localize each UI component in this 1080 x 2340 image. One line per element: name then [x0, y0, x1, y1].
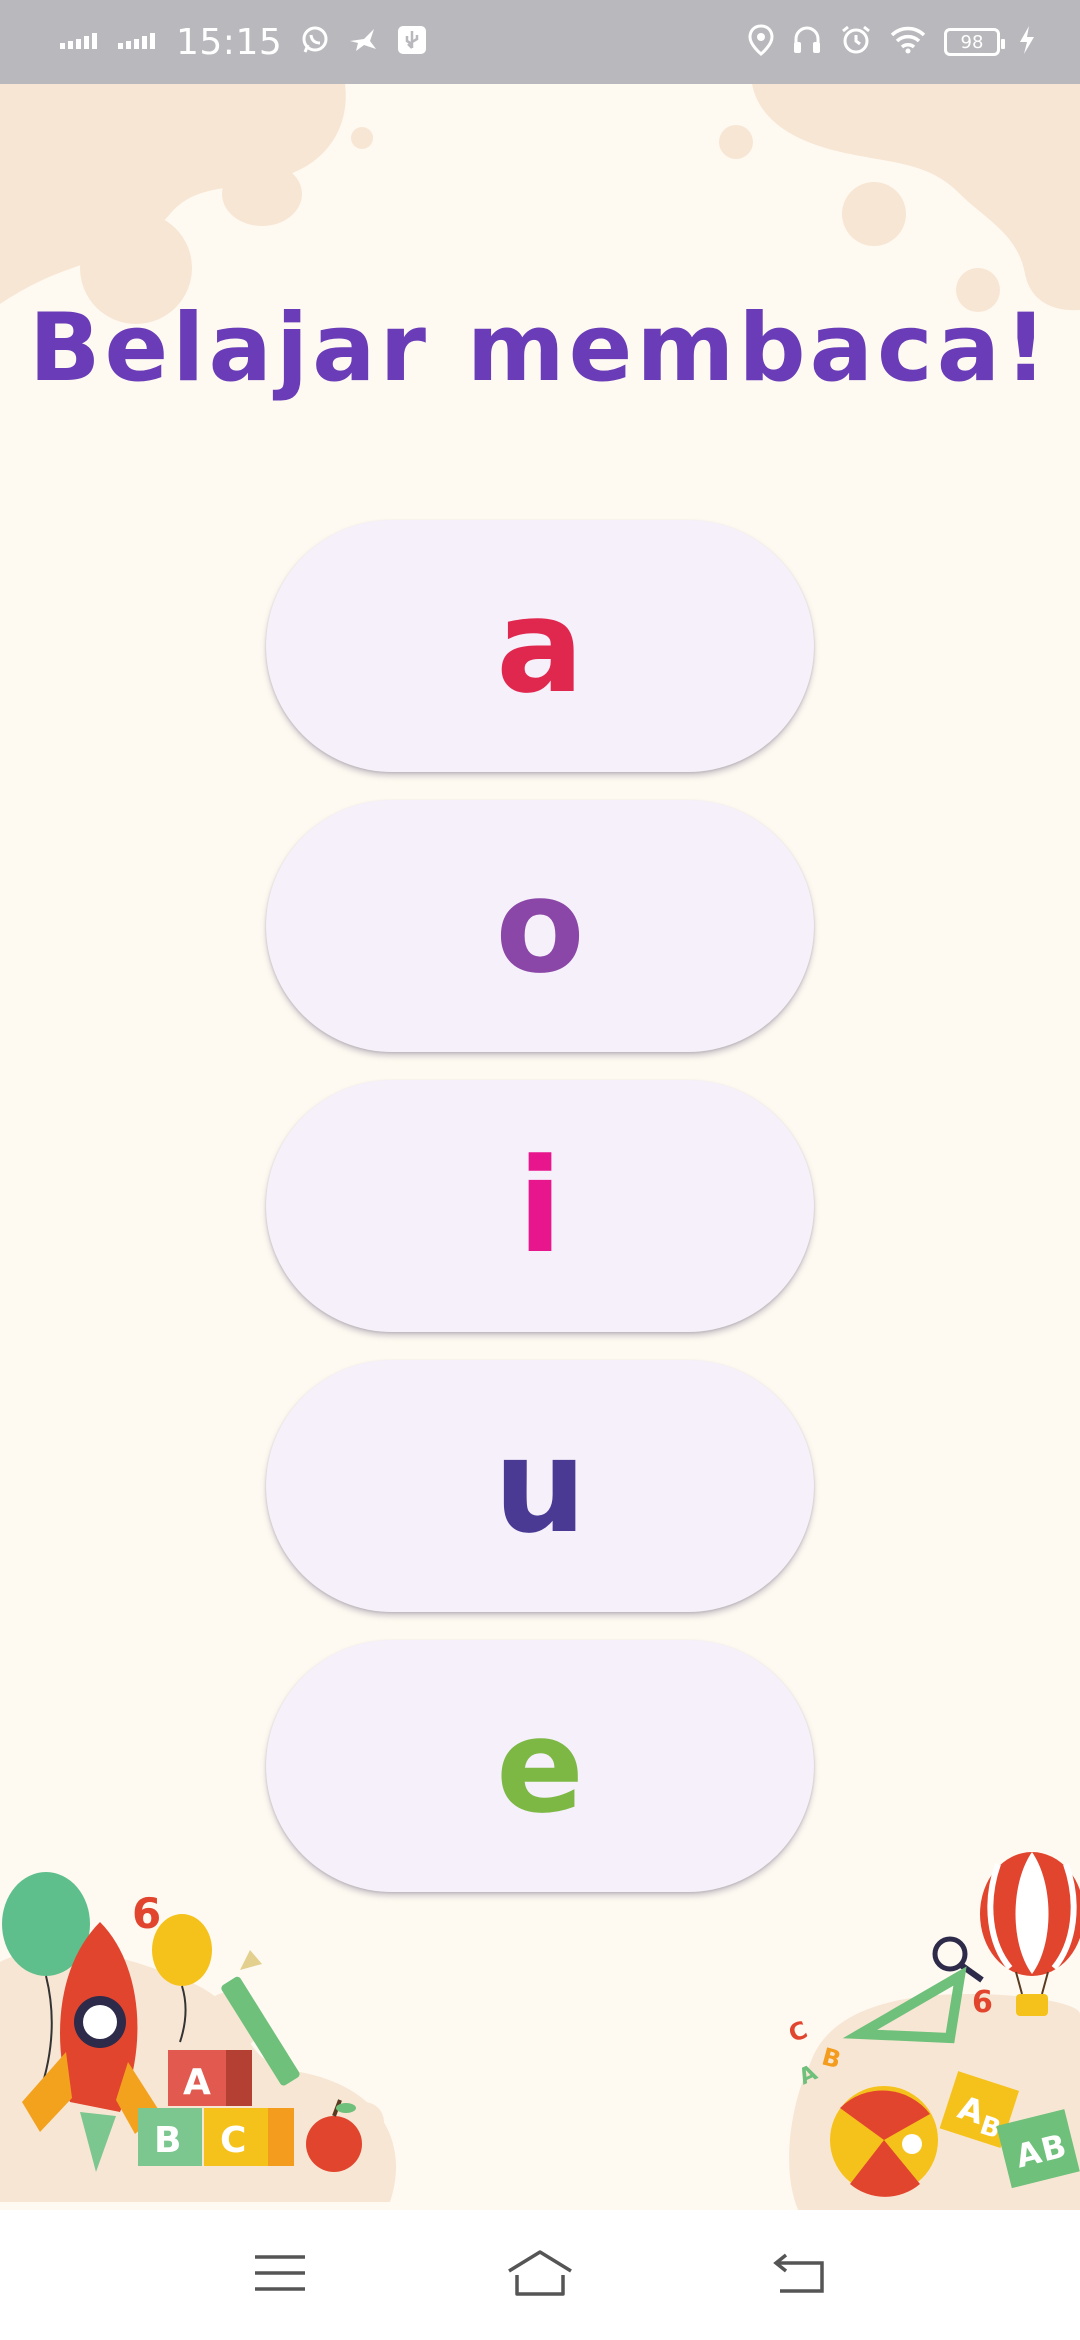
- whatsapp-icon: [300, 25, 330, 59]
- hot-air-balloon-icon: [980, 1852, 1080, 2016]
- battery-icon: 98: [944, 28, 1005, 56]
- headphones-icon: [792, 25, 822, 59]
- block-letter: A: [183, 2062, 211, 2103]
- signal-icon: [60, 30, 100, 54]
- menu-icon: [253, 2253, 307, 2297]
- page-title: Belajar membaca!: [28, 294, 1052, 403]
- letter-button-i[interactable]: i: [266, 1080, 814, 1332]
- location-icon: [748, 24, 774, 60]
- number-label: 6: [972, 1985, 993, 2020]
- back-icon: [772, 2251, 828, 2299]
- home-icon: [505, 2249, 575, 2301]
- bird-icon: [348, 25, 378, 59]
- status-bar-right: 98: [748, 24, 1036, 60]
- home-button[interactable]: [495, 2230, 585, 2320]
- toys-illustration-left: 6 A B C: [0, 1872, 396, 2202]
- letter-label: i: [517, 1130, 563, 1282]
- app-screen: Belajar membaca! a o i u e 6 A B C 6 C B…: [0, 84, 1080, 2210]
- menu-button[interactable]: [235, 2230, 325, 2320]
- signal-icon: [118, 30, 158, 54]
- alarm-icon: [840, 24, 872, 60]
- letter-button-o[interactable]: o: [266, 800, 814, 1052]
- charging-icon: [1018, 25, 1036, 59]
- wifi-icon: [890, 26, 926, 58]
- status-bar: 15:15 98: [0, 0, 1080, 84]
- block-letter: C: [785, 2016, 811, 2048]
- block-letter: C: [220, 2120, 246, 2161]
- letter-button-a[interactable]: a: [266, 520, 814, 772]
- toys-illustration-right: 6 C B A A B A B: [785, 1852, 1080, 2210]
- letter-label: a: [496, 570, 584, 722]
- block-letter: B: [154, 2120, 181, 2161]
- letter-buttons: a o i u e: [266, 520, 814, 1892]
- usb-icon: [396, 24, 428, 60]
- status-bar-left: 15:15: [60, 22, 428, 63]
- letter-label: e: [495, 1690, 585, 1842]
- letter-label: u: [493, 1410, 587, 1562]
- navigation-bar: [0, 2210, 1080, 2340]
- letter-label: o: [495, 850, 585, 1002]
- letter-button-e[interactable]: e: [266, 1640, 814, 1892]
- status-time: 15:15: [176, 21, 283, 63]
- back-button[interactable]: [755, 2230, 845, 2320]
- letter-button-u[interactable]: u: [266, 1360, 814, 1612]
